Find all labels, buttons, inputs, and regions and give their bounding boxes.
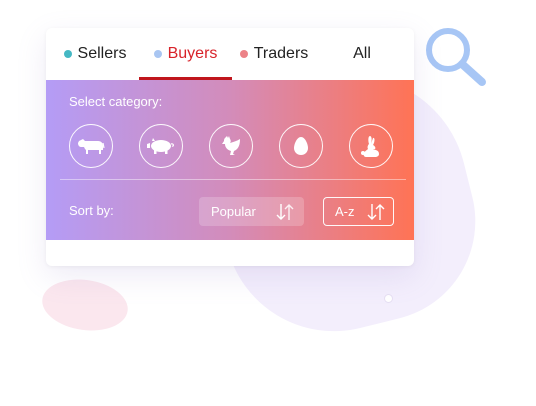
buyers-dot-icon	[153, 50, 162, 58]
tab-label: Buyers	[167, 45, 218, 62]
traders-dot-icon	[239, 50, 248, 58]
chicken-icon	[222, 136, 240, 155]
pig-icon	[147, 138, 174, 154]
category-chicken-button[interactable]	[209, 124, 253, 168]
category-cow-button[interactable]	[69, 124, 113, 168]
tab-traders[interactable]: Traders	[234, 28, 314, 80]
sort-az-label: A-z	[335, 204, 355, 219]
sellers-dot-icon	[63, 50, 72, 58]
category-row	[46, 124, 414, 170]
rabbit-icon	[361, 136, 379, 157]
sort-az-button[interactable]: A-z	[323, 197, 394, 226]
search-icon	[426, 28, 486, 86]
sort-label: Sort by:	[69, 203, 114, 218]
background-dot	[384, 294, 393, 303]
category-egg-button[interactable]	[279, 124, 323, 168]
tab-all[interactable]: All	[342, 28, 382, 80]
tab-buyers[interactable]: Buyers	[139, 28, 232, 80]
category-label: Select category:	[69, 94, 163, 109]
filter-card: Sellers Buyers Traders All Select catego…	[46, 28, 414, 266]
category-rabbit-button[interactable]	[349, 124, 393, 168]
cow-icon	[78, 139, 105, 154]
sort-popular-button[interactable]: Popular	[199, 197, 304, 226]
sort-arrows-icon	[276, 204, 294, 220]
category-pig-button[interactable]	[139, 124, 183, 168]
tab-label: Traders	[253, 45, 309, 62]
tab-label: Sellers	[77, 45, 127, 62]
background-oval	[38, 274, 132, 336]
tab-bar: Sellers Buyers Traders All	[46, 28, 414, 80]
filter-panel: Select category: Sort by: Popular A-z	[46, 80, 414, 240]
tab-sellers[interactable]: Sellers	[52, 28, 138, 80]
egg-icon	[294, 137, 308, 155]
tab-label: All	[353, 45, 371, 62]
panel-divider	[60, 179, 406, 180]
sort-popular-label: Popular	[211, 204, 256, 219]
sort-arrows-icon	[367, 204, 385, 220]
